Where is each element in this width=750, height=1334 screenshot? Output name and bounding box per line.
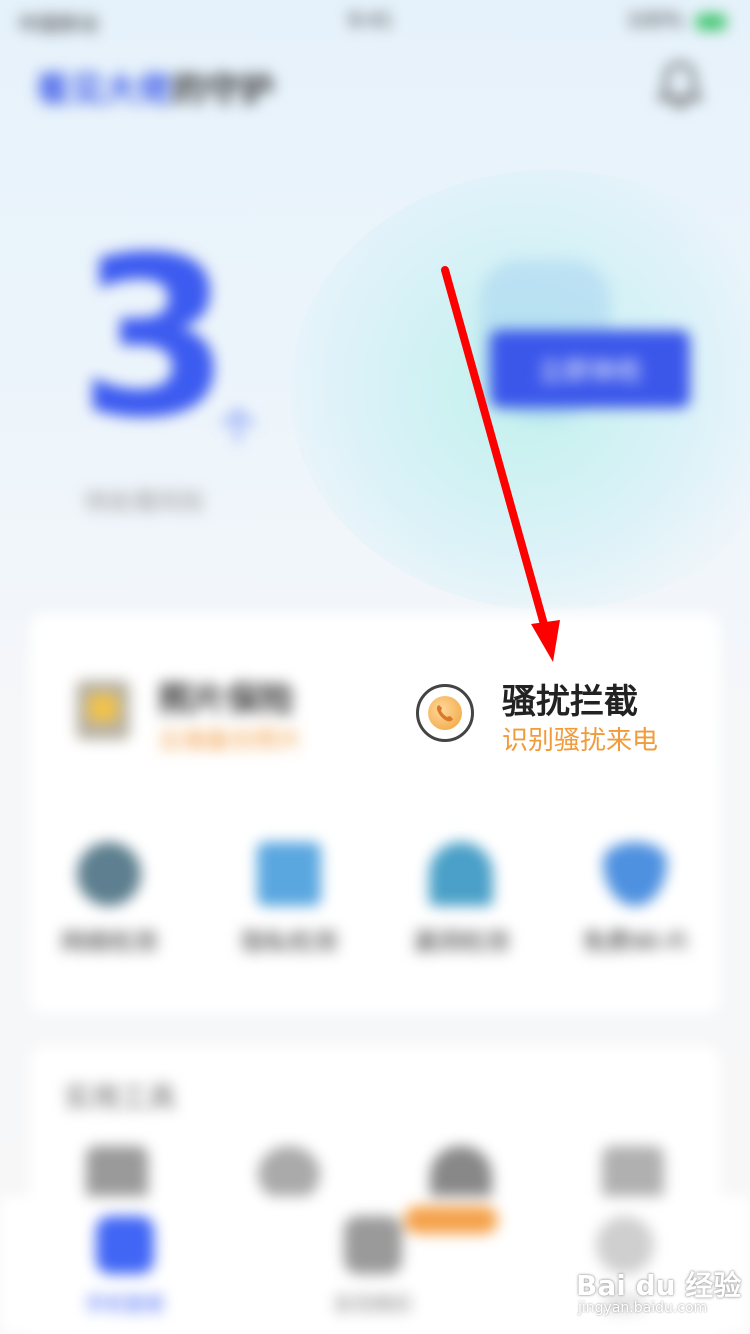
- clock-label: 9:41: [348, 8, 393, 32]
- photo-feature-title[interactable]: 照片保险: [158, 672, 294, 721]
- watermark-sub: jingyan.baidu.com: [578, 1300, 708, 1316]
- grid-label: 网络检测: [61, 928, 157, 956]
- grid-item-privacy[interactable]: 隐私检测: [214, 842, 364, 957]
- wifi-icon: [603, 842, 667, 906]
- home-icon: [96, 1216, 154, 1274]
- risk-count: 3: [78, 210, 232, 466]
- harass-block-icon[interactable]: [416, 684, 474, 742]
- grid-item-vulnerability[interactable]: 漏洞检测: [386, 842, 536, 957]
- greeting-suffix: 的守护: [172, 70, 274, 110]
- speed-tool-icon[interactable]: [258, 1146, 320, 1202]
- dome-icon: [429, 842, 493, 906]
- screen-icon: [257, 842, 321, 906]
- harass-block-title[interactable]: 骚扰拦截: [502, 674, 638, 723]
- battery-icon: [696, 13, 726, 30]
- status-bar: 中国移动 9:41 100%: [0, 0, 750, 40]
- grid-tool-icon[interactable]: [86, 1146, 148, 1202]
- speaker-tool-icon[interactable]: [602, 1146, 664, 1202]
- grid-label: 免费Wi-Fi: [582, 928, 688, 956]
- photo-icon[interactable]: [76, 680, 130, 740]
- globe-icon: [77, 842, 141, 906]
- grid-label: 漏洞检测: [413, 928, 509, 956]
- discover-icon: [344, 1216, 402, 1274]
- battery-indicator: 100%: [626, 8, 726, 32]
- grid-item-wifi[interactable]: 免费Wi-Fi: [560, 842, 710, 957]
- watermark-main: Bai du 经验: [576, 1269, 742, 1302]
- battery-label: 100%: [626, 8, 684, 32]
- lock-tool-icon[interactable]: [430, 1146, 492, 1202]
- bell-icon[interactable]: [656, 60, 704, 110]
- harass-block-subtitle: 识别骚扰来电: [502, 726, 659, 756]
- grid-item-network[interactable]: 网络检测: [34, 842, 184, 957]
- carrier-label: 中国移动: [18, 12, 98, 36]
- nav-label: 发现精彩: [333, 1292, 413, 1316]
- user-name[interactable]: 看见大佬: [36, 70, 172, 110]
- risk-caption: 待处理风险: [84, 488, 204, 516]
- nav-label: 手机管家: [85, 1292, 165, 1316]
- risk-count-unit: 个: [220, 407, 257, 448]
- greeting-title: 看见大佬的守护: [36, 62, 274, 111]
- photo-feature-subtitle: 云端备份照片: [158, 726, 302, 754]
- grid-label: 隐私检测: [241, 928, 337, 956]
- blurred-content-layer: 中国移动 9:41 100% 看见大佬的守护 3 个 待处理风险 立即体检 照片…: [0, 0, 750, 1334]
- nav-item-discover[interactable]: 发现精彩: [298, 1216, 448, 1317]
- scan-button[interactable]: 立即体检: [490, 330, 690, 408]
- nav-item-home[interactable]: 手机管家: [50, 1216, 200, 1317]
- phone-icon: [428, 696, 462, 730]
- tools-title: 实用工具: [64, 1081, 177, 1114]
- app-page: 中国移动 9:41 100% 看见大佬的守护 3 个 待处理风险 立即体检 照片…: [0, 0, 750, 1334]
- baidu-watermark: Bai du 经验 jingyan.baidu.com: [576, 1264, 746, 1328]
